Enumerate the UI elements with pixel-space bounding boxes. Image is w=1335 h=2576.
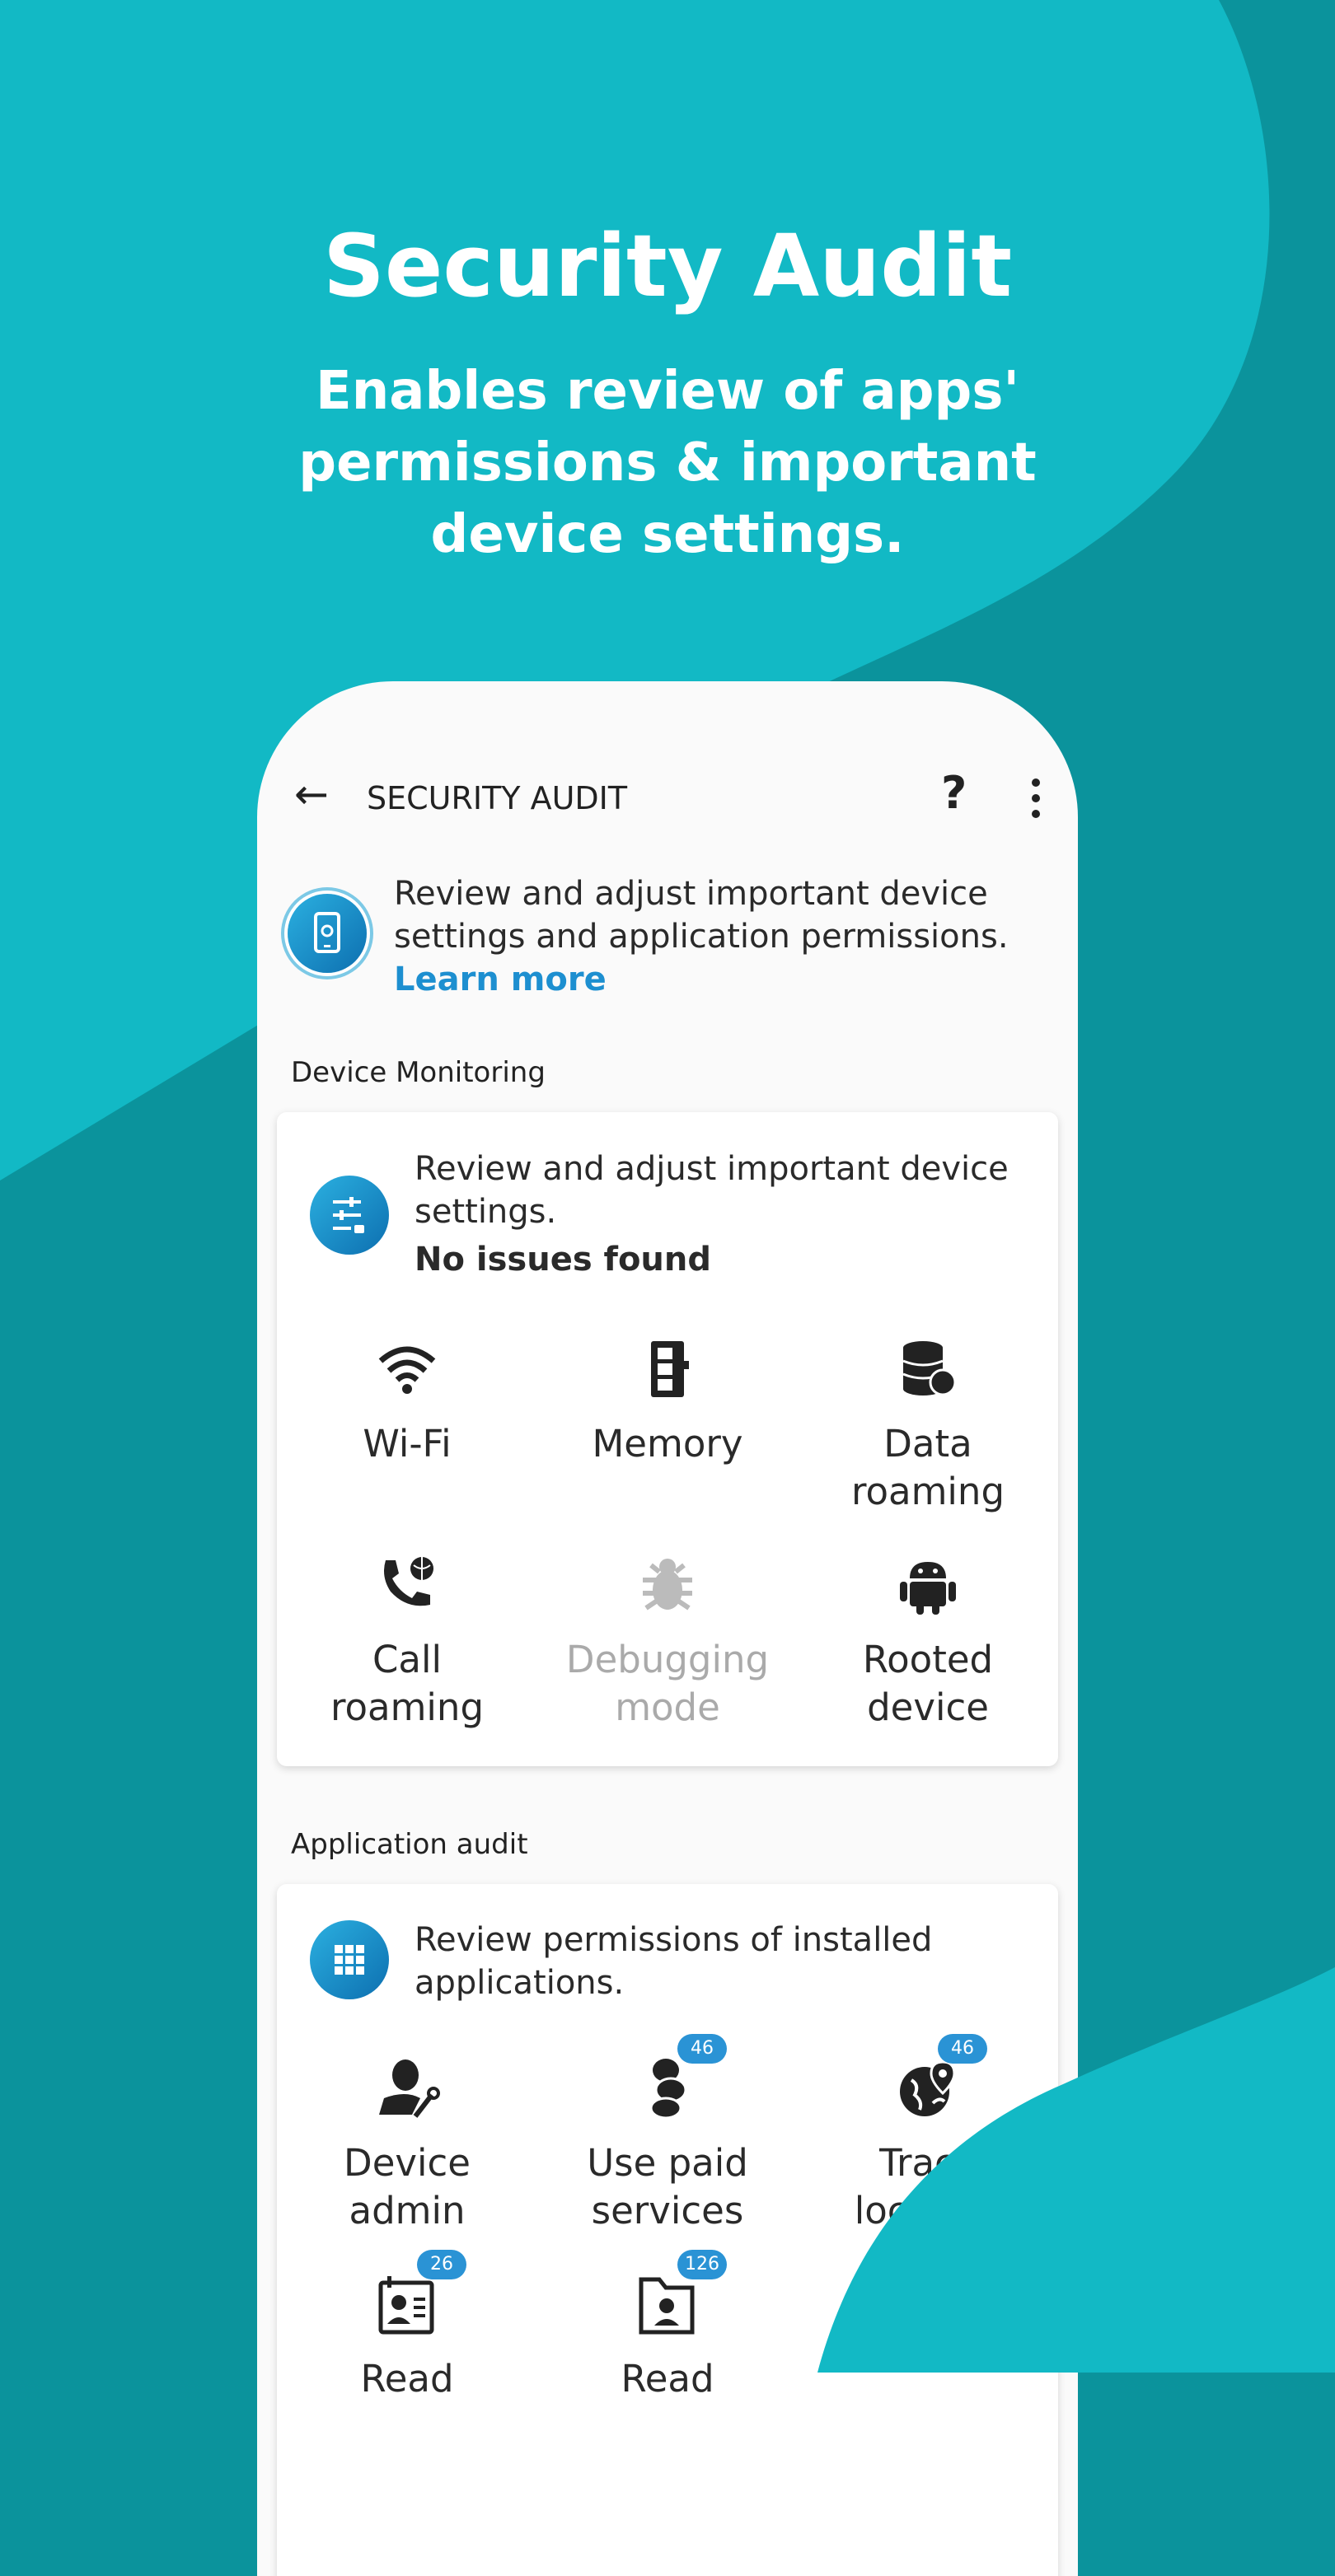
hero-subtitle: Enables review of apps' permissions & im… (0, 356, 1335, 571)
bug-icon (635, 1552, 700, 1618)
device-monitoring-desc: Review and adjust important device setti… (415, 1148, 1009, 1281)
audit-item-wifi[interactable]: Wi-Fi (283, 1420, 531, 1468)
item-label: device (867, 1685, 989, 1729)
item-label: Debugging (565, 1638, 770, 1681)
desc-line: settings. (415, 1193, 557, 1231)
item-label: Data (883, 1422, 972, 1466)
item-label: Call (372, 1638, 442, 1681)
contact-folder-icon (635, 2271, 700, 2337)
item-label: Use paid (587, 2141, 748, 2185)
audit-item-memory[interactable]: Memory (544, 1420, 791, 1468)
audit-item-data-roaming[interactable]: Data roaming (804, 1420, 1052, 1516)
audit-item-coins[interactable]: Use paid services (544, 2139, 791, 2235)
wifi-icon (374, 1336, 440, 1402)
audit-item-contact-card[interactable]: Read (283, 2355, 531, 2403)
back-arrow-icon[interactable]: ← (294, 770, 329, 818)
more-options-icon[interactable] (1032, 778, 1040, 825)
count-badge: 126 (677, 2250, 727, 2279)
audit-item-device-admin[interactable]: Device admin (283, 2139, 531, 2235)
item-label: services (591, 2189, 744, 2232)
item-label: roaming (850, 1470, 1005, 1513)
status-text: No issues found (415, 1241, 712, 1279)
item-label: mode (615, 1685, 720, 1729)
audit-item-contact-folder[interactable]: Read (544, 2355, 791, 2403)
desc-line: Review permissions of installed (415, 1921, 933, 1959)
settings-sliders-icon (310, 1176, 389, 1255)
phone-screen: ← SECURITY AUDIT ? Review and adjust imp… (257, 681, 1078, 2576)
application-audit-card[interactable]: Review permissions of installed applicat… (277, 1884, 1058, 2576)
hero-title: Security Audit (322, 216, 1013, 316)
item-label: location (854, 2189, 1002, 2232)
item-label: Memory (592, 1422, 743, 1466)
audit-item-call-roaming[interactable]: Call roaming (283, 1636, 531, 1732)
android-icon (895, 1552, 961, 1618)
apps-grid-icon (310, 1920, 389, 1999)
device-monitoring-card[interactable]: Review and adjust important device setti… (277, 1112, 1058, 1766)
section-title-device-monitoring: Device Monitoring (291, 1056, 546, 1089)
learn-more-link[interactable]: Learn more (394, 958, 1009, 1001)
section-title-application-audit: Application audit (291, 1828, 528, 1861)
page-title: SECURITY AUDIT (367, 780, 628, 816)
data-roaming-icon (895, 1336, 961, 1402)
contact-card-icon (374, 2271, 440, 2337)
count-badge: 46 (938, 2034, 987, 2064)
call-roaming-icon (374, 1552, 440, 1618)
intro-text: Review and adjust important device setti… (394, 872, 1009, 1001)
count-badge: 46 (677, 2034, 727, 2064)
desc-line: Review and adjust important device (415, 1150, 1009, 1188)
item-label: Track (879, 2141, 977, 2185)
audit-item-bug[interactable]: Debugging mode (544, 1636, 791, 1732)
intro-line: Review and adjust important device (394, 875, 988, 913)
hero-subtitle-line: Enables review of apps' (315, 361, 1020, 422)
audit-item-android[interactable]: Rooted device (804, 1636, 1052, 1732)
item-label: Device (344, 2141, 471, 2185)
application-audit-desc: Review permissions of installed applicat… (415, 1919, 932, 2004)
item-label: Rooted (862, 1638, 994, 1681)
hero-subtitle-line: device settings. (430, 504, 905, 565)
globe-location-icon (895, 2055, 961, 2121)
coins-icon (635, 2055, 700, 2121)
count-badge: 26 (417, 2250, 466, 2279)
help-button[interactable]: ? (941, 767, 967, 819)
phone-settings-icon (288, 894, 367, 973)
memory-icon (635, 1336, 700, 1402)
desc-line: applications. (415, 1964, 625, 2002)
item-label: roaming (330, 1685, 485, 1729)
item-label: admin (349, 2189, 466, 2232)
item-label: Read (360, 2357, 454, 2401)
hero-subtitle-line: permissions & important (298, 432, 1037, 493)
audit-item-globe-location[interactable]: Track location (804, 2139, 1052, 2235)
intro-line: settings and application permissions. (394, 918, 1009, 956)
device-admin-icon (374, 2055, 440, 2121)
item-label: Read (621, 2357, 714, 2401)
item-label: Wi-Fi (363, 1422, 452, 1466)
